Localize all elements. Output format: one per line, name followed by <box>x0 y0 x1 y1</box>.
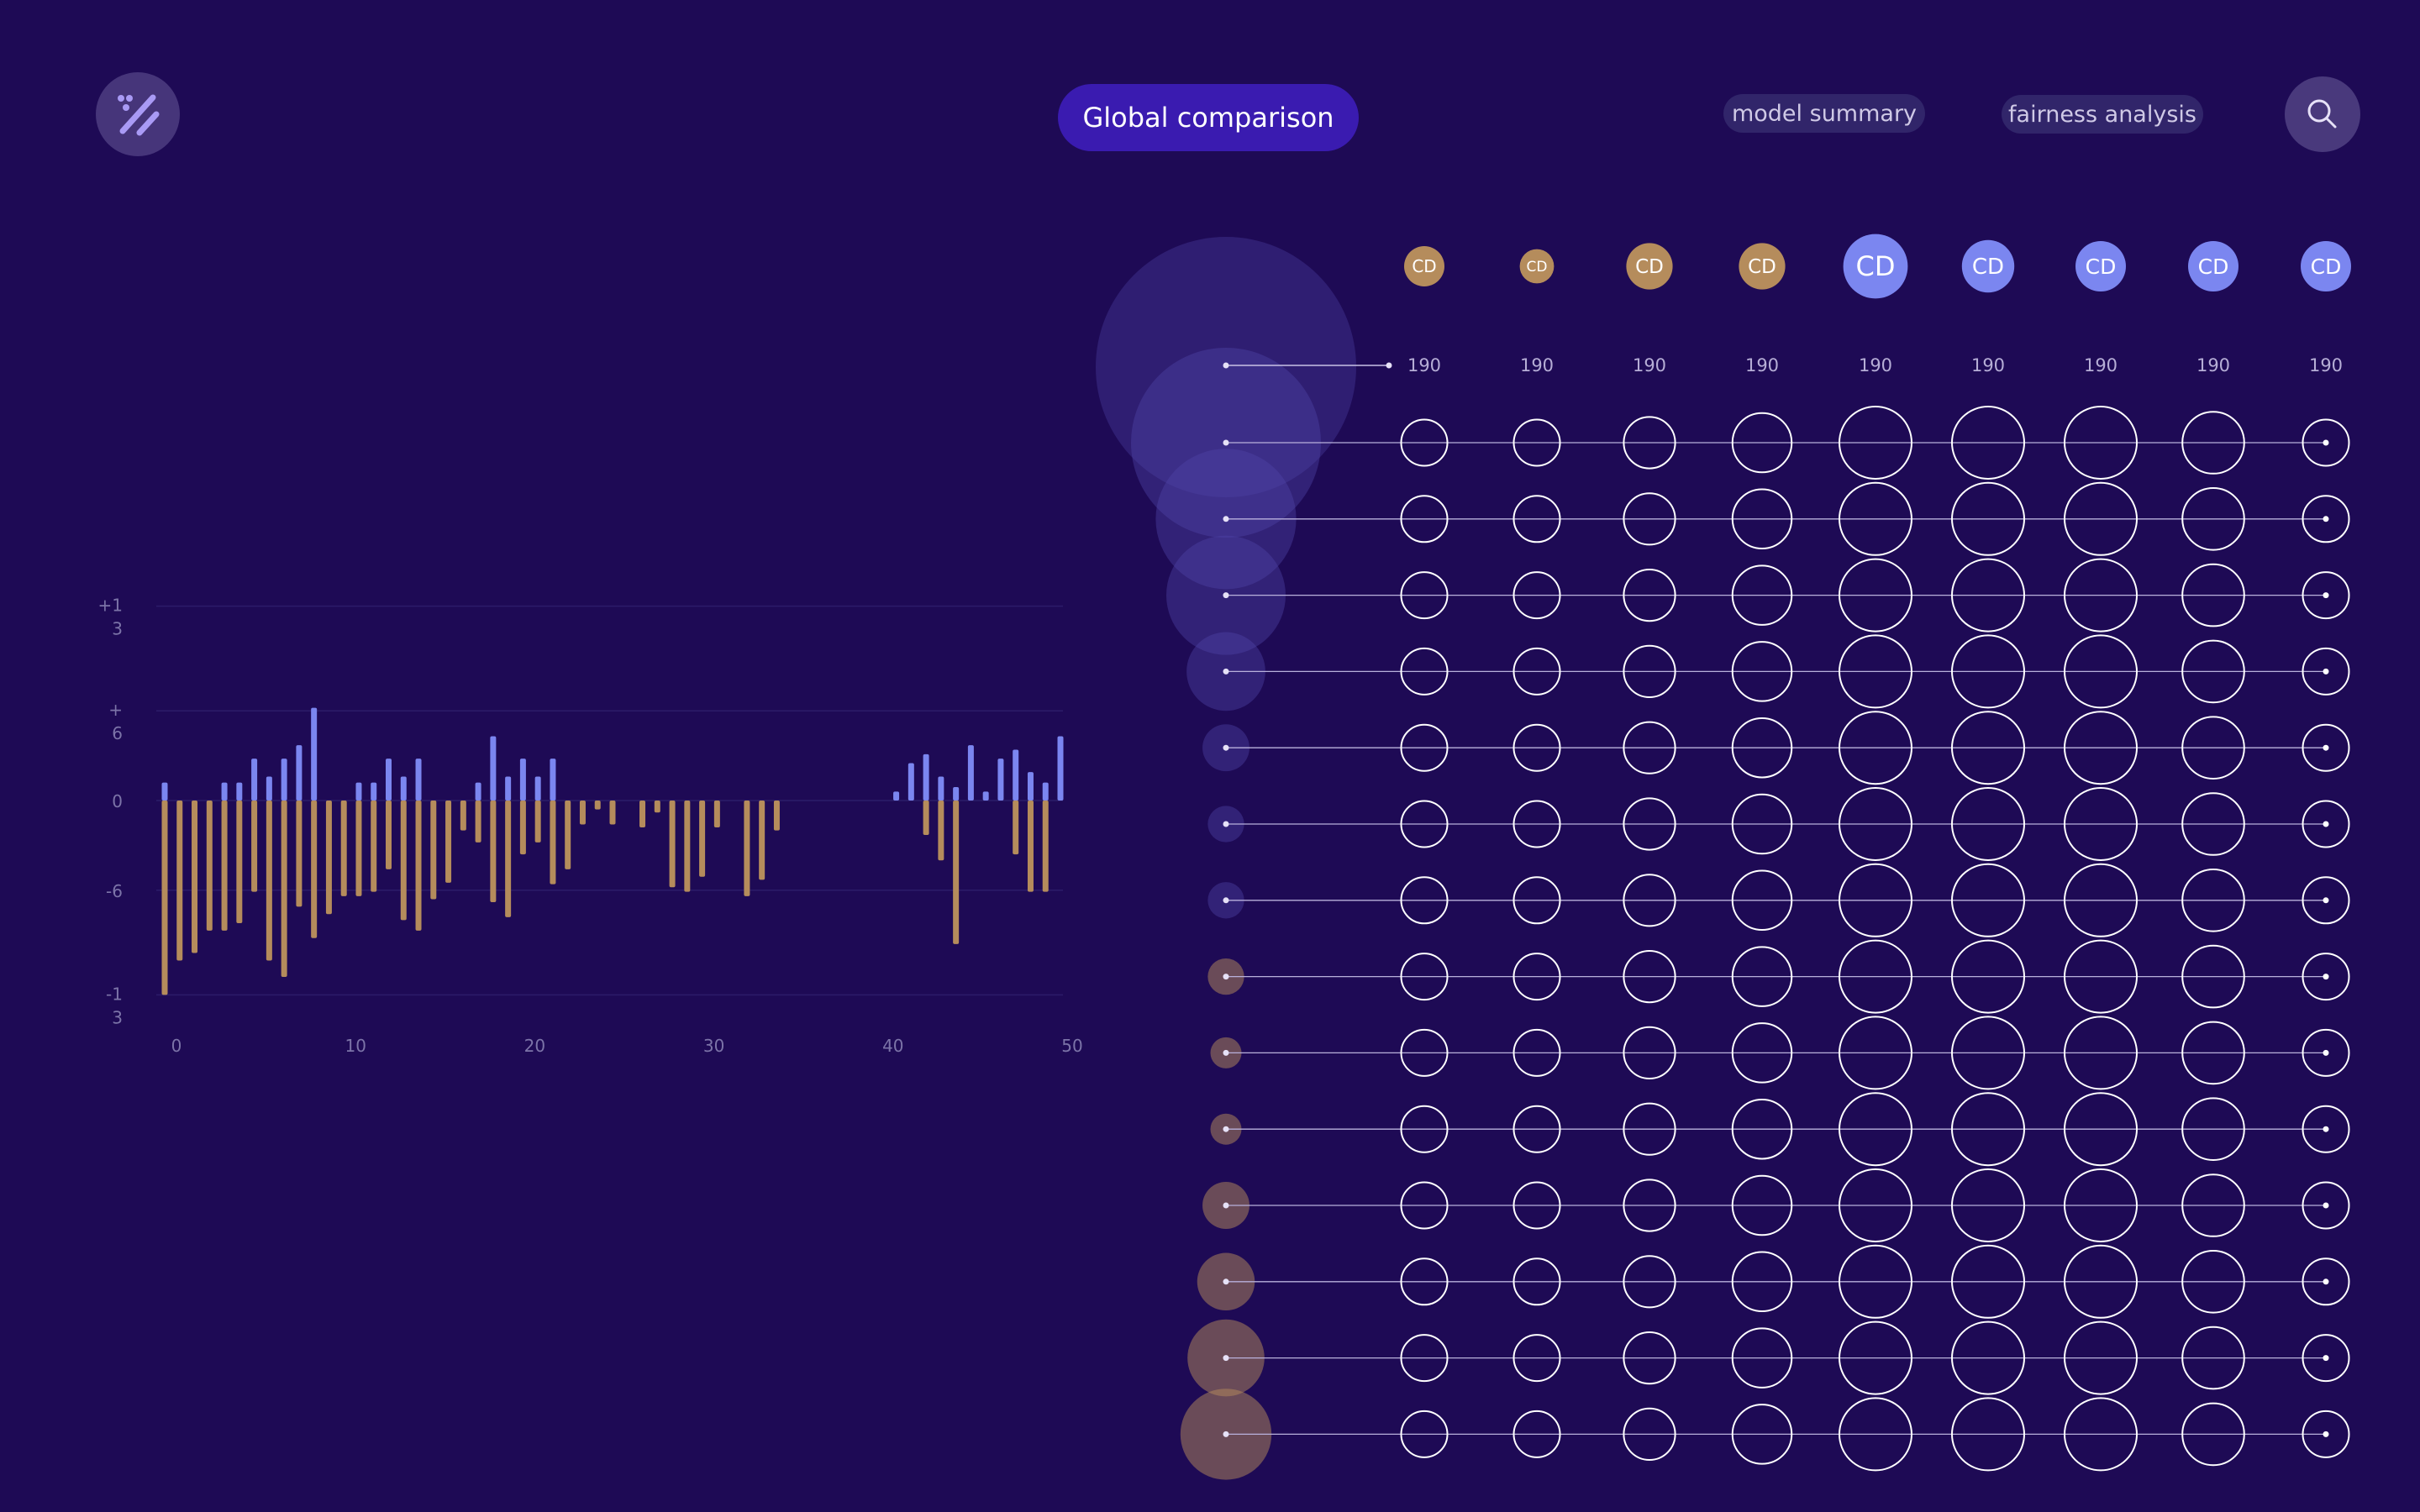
node-dot <box>1223 1355 1229 1362</box>
svg-text:CD: CD <box>1412 256 1436 276</box>
node-dot <box>1223 668 1229 675</box>
column-badge[interactable]: CD <box>1843 234 1908 299</box>
column-badge[interactable]: CD <box>1626 243 1673 290</box>
svg-text:CD: CD <box>1527 259 1548 276</box>
svg-text:CD: CD <box>1972 255 2004 280</box>
column-badge[interactable]: CD <box>1519 249 1555 284</box>
svg-text:CD: CD <box>2311 255 2342 279</box>
node-dot <box>2323 516 2329 522</box>
svg-text:CD: CD <box>1856 250 1896 282</box>
column-label: 190 <box>2084 355 2118 375</box>
node-dot <box>2323 592 2329 599</box>
node-dot <box>2323 974 2329 980</box>
node-dot <box>2323 1431 2329 1437</box>
node-dot <box>1223 1202 1229 1209</box>
node-dot <box>1223 821 1229 827</box>
node-dot <box>2323 744 2329 751</box>
column-badge[interactable]: CD <box>2075 241 2126 291</box>
column-badge[interactable]: CD <box>2188 241 2238 291</box>
column-label: 190 <box>1971 355 2005 375</box>
column-label: 190 <box>1520 355 1554 375</box>
node-dot <box>1223 974 1229 980</box>
node-dot <box>2323 1355 2329 1362</box>
node-dot <box>1223 897 1229 904</box>
node-dot <box>1386 362 1392 369</box>
node-dot <box>1223 439 1229 446</box>
svg-text:CD: CD <box>1748 256 1776 278</box>
column-badge[interactable]: CD <box>1961 239 2015 293</box>
node-dot <box>2323 668 2329 675</box>
node-dot <box>2323 1126 2329 1132</box>
node-dot <box>2323 439 2329 446</box>
node-dot <box>1223 362 1229 369</box>
svg-text:CD: CD <box>2086 255 2117 279</box>
node-dot <box>1223 592 1229 599</box>
column-label: 190 <box>1859 355 1892 375</box>
node-dot <box>1223 744 1229 751</box>
comparison-matrix: CD 190 CD 190 CD 190 CD 190 CD 190 CD 190 CD 190 CD 190… <box>1096 234 2351 1480</box>
node-dot <box>2323 1278 2329 1285</box>
column-badge[interactable]: CD <box>2301 241 2351 291</box>
node-dot <box>1223 1431 1229 1437</box>
column-label: 190 <box>1633 355 1666 375</box>
node-dot <box>2323 1049 2329 1056</box>
column-badge[interactable]: CD <box>1404 246 1444 286</box>
node-dot <box>2323 1202 2329 1209</box>
column-badge[interactable]: CD <box>1739 243 1786 290</box>
node-dot <box>2323 821 2329 827</box>
node-dot <box>1223 516 1229 522</box>
svg-text:CD: CD <box>1635 256 1664 278</box>
column-label: 190 <box>1745 355 1779 375</box>
node-dot <box>1223 1049 1229 1056</box>
column-label: 190 <box>2309 355 2343 375</box>
node-dot <box>1223 1126 1229 1132</box>
column-label: 190 <box>1407 355 1441 375</box>
node-dot <box>1223 1278 1229 1285</box>
node-dot <box>2323 897 2329 904</box>
column-label: 190 <box>2196 355 2230 375</box>
svg-text:CD: CD <box>2198 255 2229 279</box>
